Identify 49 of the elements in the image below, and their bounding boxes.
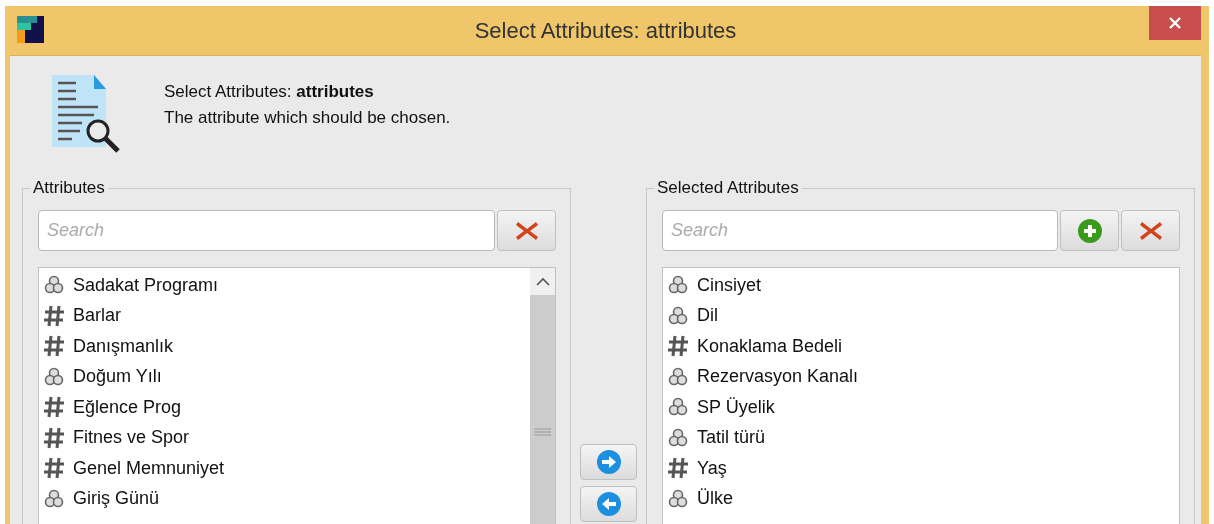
- attribute-item[interactable]: Rezervasyon Kanalı: [697, 366, 859, 388]
- move-left-button[interactable]: [580, 486, 637, 522]
- attribute-item[interactable]: Giriş Günü: [73, 488, 160, 510]
- attribute-item[interactable]: Yaş: [697, 457, 727, 479]
- clear-button[interactable]: [1121, 210, 1180, 251]
- attribute-item[interactable]: Tatil türü: [697, 427, 766, 449]
- attribute-item[interactable]: Sadakat Programı: [73, 274, 219, 296]
- attribute-item[interactable]: SP Üyelik: [697, 396, 775, 418]
- panel-legend: Attributes: [30, 178, 108, 198]
- scroll-up-icon: [535, 277, 550, 286]
- dialog-heading: Select Attributes: attributes: [164, 82, 375, 102]
- cluster-icon: [43, 487, 65, 510]
- hash-icon: [667, 335, 689, 358]
- scrollbar[interactable]: [530, 268, 555, 524]
- close-icon: [1169, 17, 1181, 29]
- cluster-icon: [667, 304, 689, 327]
- attribute-item[interactable]: Genel Memnuniyet: [73, 457, 225, 479]
- attribute-item[interactable]: Barlar: [73, 305, 121, 327]
- add-icon: [1076, 217, 1103, 244]
- search-field[interactable]: Search: [662, 210, 1058, 251]
- hash-icon: [43, 426, 65, 449]
- cluster-icon: [667, 365, 689, 388]
- attribute-item[interactable]: Cinsiyet: [697, 274, 762, 296]
- attribute-item[interactable]: Dil: [697, 305, 718, 327]
- attribute-item[interactable]: Danışmanlık: [73, 335, 174, 357]
- hash-icon: [43, 396, 65, 419]
- close-button[interactable]: [1149, 6, 1201, 40]
- hash-icon: [43, 457, 65, 480]
- dialog-description: The attribute which should be chosen.: [164, 108, 451, 128]
- clear-button[interactable]: [497, 210, 556, 251]
- add-button[interactable]: [1060, 210, 1119, 251]
- cluster-icon: [43, 365, 65, 388]
- cluster-icon: [667, 426, 689, 449]
- attribute-item[interactable]: Eğlence Prog: [73, 396, 182, 418]
- panel-legend: Selected Attributes: [654, 178, 802, 198]
- move-right-button[interactable]: [580, 444, 637, 480]
- attribute-item[interactable]: Konaklama Bedeli: [697, 335, 843, 357]
- hash-icon: [43, 304, 65, 327]
- grip-icon: [534, 428, 551, 436]
- hash-icon: [667, 457, 689, 480]
- attribute-item[interactable]: Doğum Yılı: [73, 366, 162, 388]
- attribute-item[interactable]: Ülke: [697, 488, 733, 510]
- app-logo-icon: [17, 16, 44, 43]
- search-field[interactable]: Search: [38, 210, 495, 251]
- cluster-icon: [667, 487, 689, 510]
- hash-icon: [43, 335, 65, 358]
- document-search-icon: [50, 73, 122, 155]
- window-title: Select Attributes: attributes: [474, 18, 737, 44]
- attribute-item[interactable]: Fitnes ve Spor: [73, 427, 190, 449]
